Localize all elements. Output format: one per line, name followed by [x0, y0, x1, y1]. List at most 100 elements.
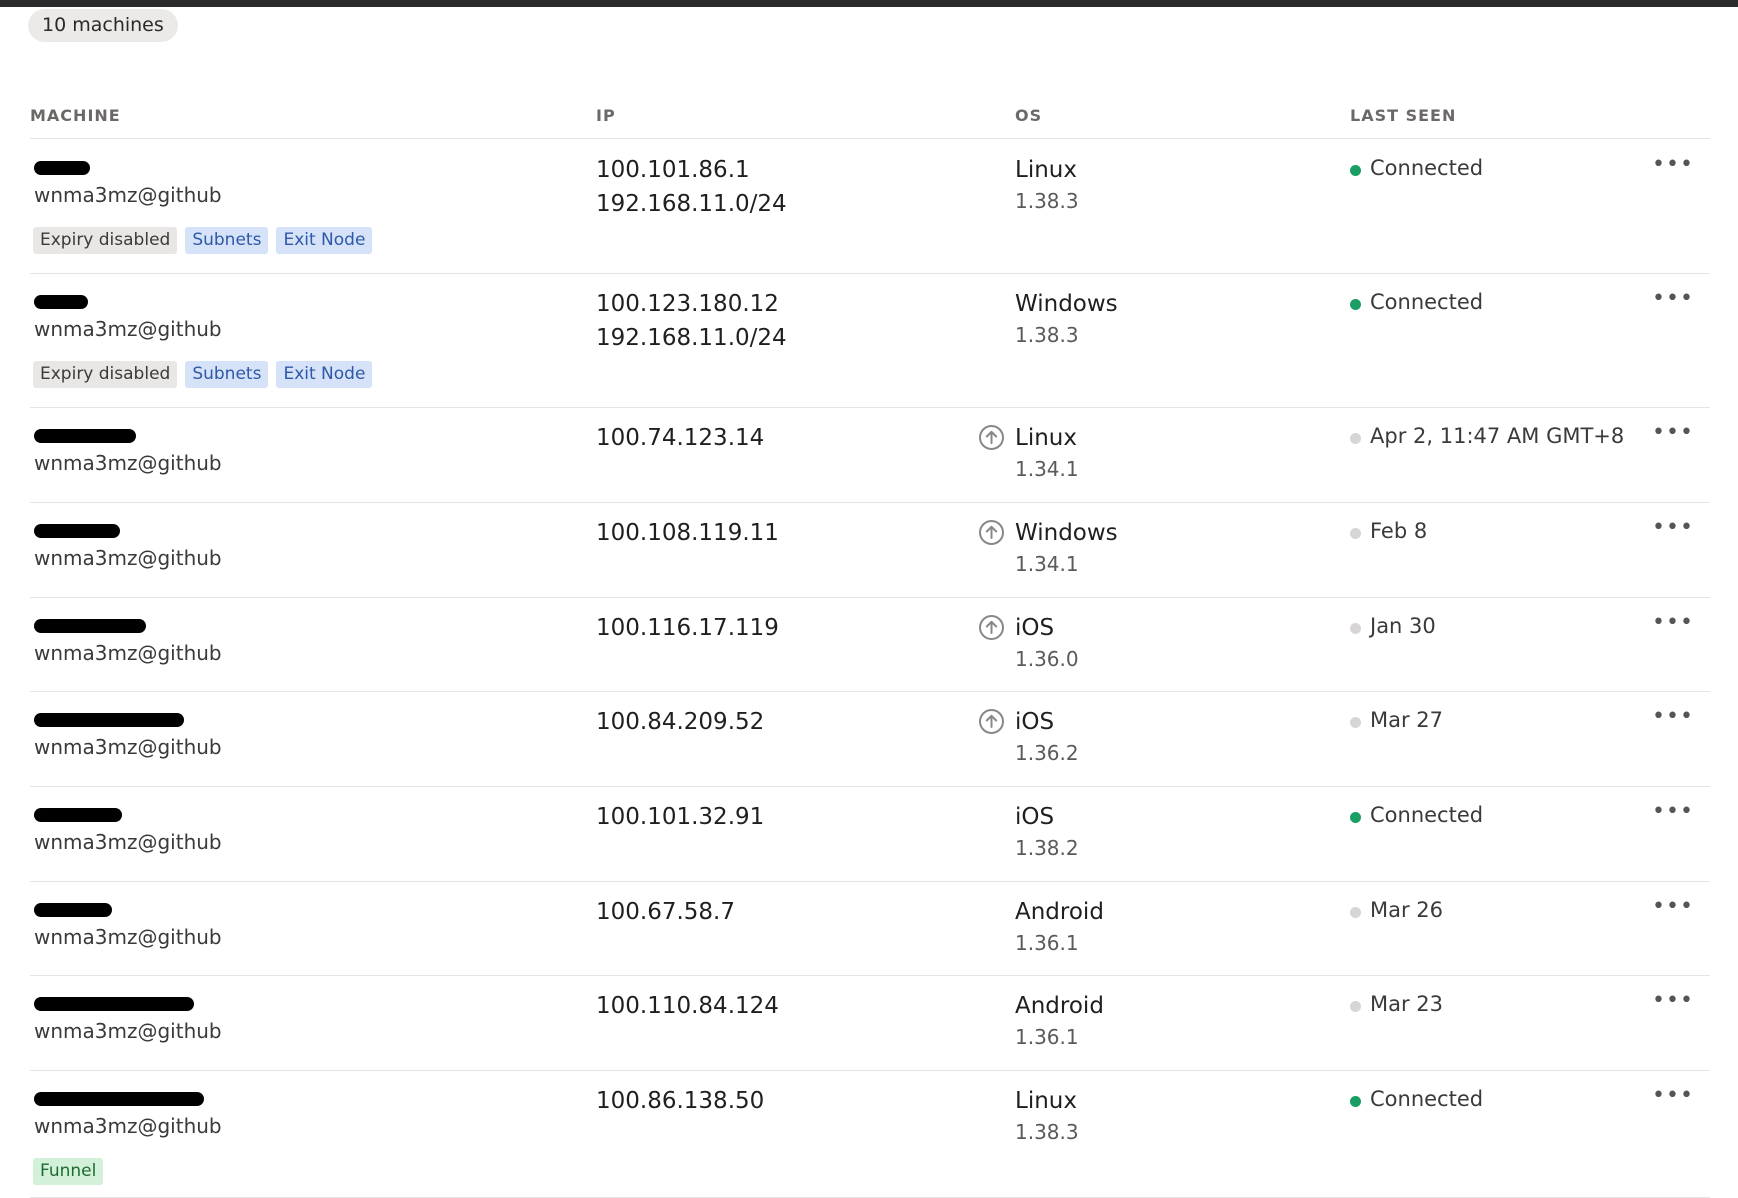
os-name: iOS [1015, 615, 1055, 641]
client-version: 1.34.1 [1015, 457, 1079, 481]
more-options-icon[interactable]: ••• [1652, 1085, 1693, 1110]
offline-status-dot [1350, 623, 1361, 634]
machine-name-redacted[interactable] [34, 1092, 204, 1106]
more-options-icon[interactable]: ••• [1652, 154, 1693, 179]
offline-status-dot [1350, 907, 1361, 918]
table-row[interactable]: wnma3mz@github Expiry disabled Subnets Exit… [30, 273, 1710, 408]
last-seen: Feb 8 [1370, 519, 1428, 543]
machine-owner: wnma3mz@github [34, 1114, 222, 1138]
ip-address[interactable]: 100.67.58.7 [596, 895, 735, 929]
machine-name-redacted[interactable] [34, 619, 146, 633]
more-options-icon[interactable]: ••• [1652, 706, 1693, 731]
table-row[interactable]: wnma3mz@github 100.108.119.11 Windows 1.34.… [30, 502, 1710, 598]
last-seen: Connected [1370, 1087, 1484, 1111]
machine-ip-list: 100.86.138.50 [596, 1084, 764, 1118]
ip-address[interactable]: 100.101.32.91 [596, 800, 764, 834]
column-header-os[interactable]: OS [1015, 106, 1042, 125]
more-options-icon[interactable]: ••• [1652, 288, 1693, 313]
client-version: 1.38.3 [1015, 1120, 1079, 1144]
ip-address[interactable]: 100.74.123.14 [596, 421, 764, 455]
ip-address[interactable]: 100.108.119.11 [596, 516, 779, 550]
table-row[interactable]: wnma3mz@github Funnel 100.86.138.50 Linux 1.… [30, 1070, 1710, 1198]
table-row[interactable]: wnma3mz@github 100.74.123.14 Linux 1.34.1 Ap… [30, 407, 1710, 503]
machine-name-redacted[interactable] [34, 808, 122, 822]
client-version: 1.34.1 [1015, 552, 1079, 576]
column-header-machine[interactable]: MACHINE [30, 106, 121, 125]
connected-status-dot [1350, 1096, 1361, 1107]
machine-owner: wnma3mz@github [34, 451, 222, 475]
connected-status-dot [1350, 299, 1361, 310]
more-options-icon[interactable]: ••• [1652, 990, 1693, 1015]
machine-os: Linux 1.38.3 [1015, 153, 1079, 215]
machine-ip-list: 100.116.17.119 [596, 611, 779, 645]
table-row[interactable]: wnma3mz@github 100.84.209.52 iOS 1.36.2 Mar … [30, 691, 1710, 787]
more-options-icon[interactable]: ••• [1652, 801, 1693, 826]
os-name: Windows [1015, 520, 1118, 546]
machine-tags: Expiry disabled Subnets Exit Node [33, 227, 373, 254]
machine-ip-list: 100.108.119.11 [596, 516, 779, 550]
offline-status-dot [1350, 1001, 1361, 1012]
machine-owner: wnma3mz@github [34, 183, 222, 207]
ip-address[interactable]: 100.110.84.124 [596, 989, 779, 1023]
os-name: Windows [1015, 291, 1118, 317]
table-row[interactable]: wnma3mz@github 100.101.32.91 iOS 1.38.2 Conn… [30, 786, 1710, 882]
ip-address[interactable]: 192.168.11.0/24 [596, 187, 787, 221]
machine-name-redacted[interactable] [34, 161, 90, 175]
machine-tags: Funnel [33, 1158, 104, 1185]
ip-address[interactable]: 100.123.180.12 [596, 287, 787, 321]
column-header-ip[interactable]: IP [596, 106, 616, 125]
machine-os: Android 1.36.1 [1015, 989, 1104, 1051]
machine-owner: wnma3mz@github [34, 1019, 222, 1043]
machine-ip-list: 100.101.86.1 192.168.11.0/24 [596, 153, 787, 221]
os-name: Linux [1015, 425, 1077, 451]
machine-ip-list: 100.110.84.124 [596, 989, 779, 1023]
table-row[interactable]: wnma3mz@github 100.110.84.124 Android 1.36.… [30, 975, 1710, 1071]
ip-address[interactable]: 100.116.17.119 [596, 611, 779, 645]
more-options-icon[interactable]: ••• [1652, 896, 1693, 921]
machine-name-redacted[interactable] [34, 713, 184, 727]
ip-address[interactable]: 100.84.209.52 [596, 705, 764, 739]
machine-tag: Exit Node [276, 361, 373, 388]
client-version: 1.36.1 [1015, 1025, 1079, 1049]
last-seen: Mar 23 [1370, 992, 1444, 1016]
last-seen: Apr 2, 11:47 AM GMT+8 [1370, 424, 1625, 448]
update-available-icon[interactable] [978, 614, 1005, 641]
machine-name-redacted[interactable] [34, 997, 194, 1011]
machine-os: Android 1.36.1 [1015, 895, 1104, 957]
connected-status-dot [1350, 812, 1361, 823]
machine-ip-list: 100.74.123.14 [596, 421, 764, 455]
last-seen: Connected [1370, 156, 1484, 180]
column-header-last-seen[interactable]: LAST SEEN [1350, 106, 1456, 125]
more-options-icon[interactable]: ••• [1652, 517, 1693, 542]
client-version: 1.38.3 [1015, 323, 1079, 347]
table-header: MACHINE IP OS LAST SEEN [30, 96, 1710, 136]
machine-os: iOS 1.36.0 [1015, 611, 1079, 673]
update-available-icon[interactable] [978, 519, 1005, 546]
machine-tags: Expiry disabled Subnets Exit Node [33, 361, 373, 388]
ip-address[interactable]: 100.86.138.50 [596, 1084, 764, 1118]
client-version: 1.38.2 [1015, 836, 1079, 860]
machine-tag: Expiry disabled [33, 361, 178, 388]
update-available-icon[interactable] [978, 708, 1005, 735]
last-seen: Connected [1370, 803, 1484, 827]
top-bar [0, 0, 1738, 7]
last-seen: Mar 26 [1370, 898, 1444, 922]
table-row[interactable]: wnma3mz@github Expiry disabled Subnets Exit… [30, 139, 1710, 274]
machine-owner: wnma3mz@github [34, 830, 222, 854]
machine-name-redacted[interactable] [34, 524, 120, 538]
machine-name-redacted[interactable] [34, 903, 112, 917]
more-options-icon[interactable]: ••• [1652, 612, 1693, 637]
machine-os: Windows 1.34.1 [1015, 516, 1118, 578]
machine-tag: Expiry disabled [33, 227, 178, 254]
machine-name-redacted[interactable] [34, 295, 88, 309]
more-options-icon[interactable]: ••• [1652, 422, 1693, 447]
update-available-icon[interactable] [978, 424, 1005, 451]
offline-status-dot [1350, 528, 1361, 539]
ip-address[interactable]: 100.101.86.1 [596, 153, 787, 187]
ip-address[interactable]: 192.168.11.0/24 [596, 321, 787, 355]
table-row[interactable]: wnma3mz@github 100.116.17.119 iOS 1.36.0 Jan… [30, 597, 1710, 692]
machine-ip-list: 100.123.180.12 192.168.11.0/24 [596, 287, 787, 355]
table-row[interactable]: wnma3mz@github 100.67.58.7 Android 1.36.1 Ma… [30, 881, 1710, 976]
last-seen: Jan 30 [1370, 614, 1436, 638]
machine-name-redacted[interactable] [34, 429, 136, 443]
